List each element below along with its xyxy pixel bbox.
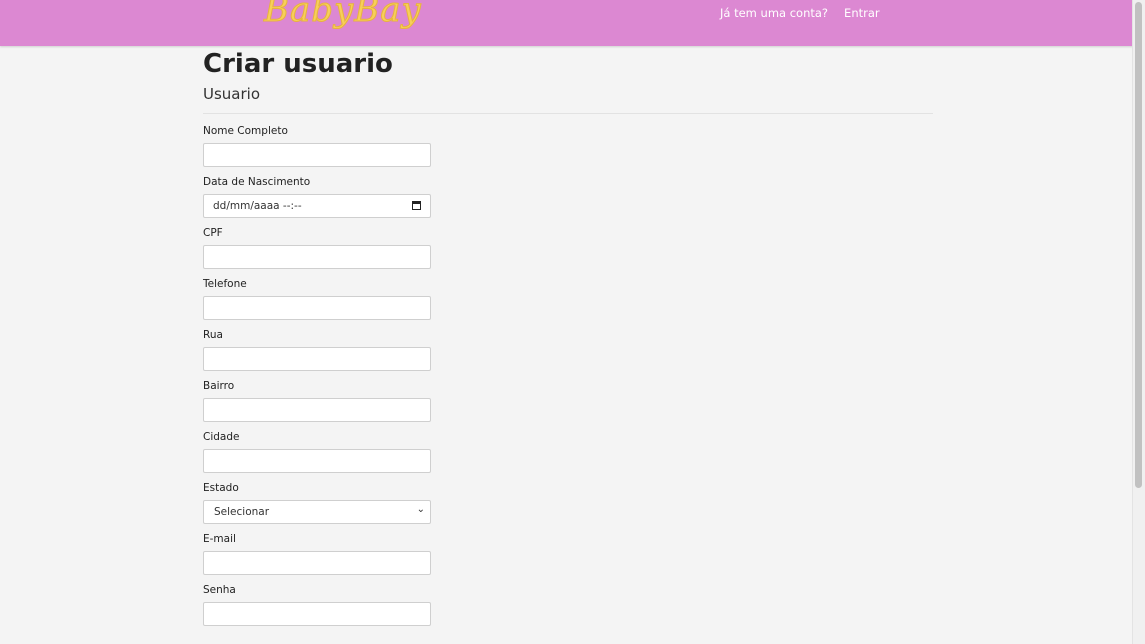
field-email: E-mail <box>203 532 933 575</box>
header-nav: Já tem uma conta? Entrar <box>720 6 880 20</box>
scrollbar-thumb[interactable] <box>1135 2 1142 488</box>
calendar-icon[interactable] <box>412 201 421 210</box>
section-subtitle: Usuario <box>203 85 261 103</box>
telefone-label: Telefone <box>203 278 247 290</box>
vertical-scrollbar[interactable] <box>1132 0 1145 644</box>
date-placeholder: dd/mm/aaaa --:-- <box>213 200 302 212</box>
data-nascimento-label: Data de Nascimento <box>203 176 311 188</box>
nome-completo-label: Nome Completo <box>203 125 288 137</box>
data-nascimento-input[interactable]: dd/mm/aaaa --:-- <box>203 194 431 218</box>
account-question-link[interactable]: Já tem uma conta? <box>720 6 828 20</box>
senha-input[interactable] <box>203 602 431 626</box>
page-title: Criar usuario <box>203 49 393 79</box>
email-input[interactable] <box>203 551 431 575</box>
estado-select[interactable]: Selecionar ⌄ <box>203 500 431 524</box>
create-user-form-container: Criar usuario Usuario Nome Completo Data… <box>203 48 933 634</box>
field-cidade: Cidade <box>203 430 933 473</box>
chevron-down-icon: ⌄ <box>416 504 425 515</box>
field-cpf: CPF <box>203 226 933 269</box>
telefone-input[interactable] <box>203 296 431 320</box>
field-estado: Estado Selecionar ⌄ <box>203 481 933 524</box>
cpf-input[interactable] <box>203 245 431 269</box>
cidade-label: Cidade <box>203 431 240 443</box>
section-divider <box>203 113 933 114</box>
estado-label: Estado <box>203 482 239 494</box>
bairro-input[interactable] <box>203 398 431 422</box>
field-bairro: Bairro <box>203 379 933 422</box>
cidade-input[interactable] <box>203 449 431 473</box>
senha-label: Senha <box>203 584 236 596</box>
cpf-label: CPF <box>203 227 223 239</box>
rua-input[interactable] <box>203 347 431 371</box>
babybay-logo[interactable]: BabyBay <box>264 0 422 31</box>
bairro-label: Bairro <box>203 380 235 392</box>
field-nome-completo: Nome Completo <box>203 124 933 167</box>
email-label: E-mail <box>203 533 236 545</box>
field-data-nascimento: Data de Nascimento dd/mm/aaaa --:-- <box>203 175 933 218</box>
estado-selected-value: Selecionar <box>214 506 270 518</box>
top-navbar: BabyBay Já tem uma conta? Entrar <box>0 0 1133 46</box>
field-rua: Rua <box>203 328 933 371</box>
rua-label: Rua <box>203 329 223 341</box>
login-link[interactable]: Entrar <box>844 6 880 20</box>
field-telefone: Telefone <box>203 277 933 320</box>
nome-completo-input[interactable] <box>203 143 431 167</box>
field-senha: Senha <box>203 583 933 626</box>
